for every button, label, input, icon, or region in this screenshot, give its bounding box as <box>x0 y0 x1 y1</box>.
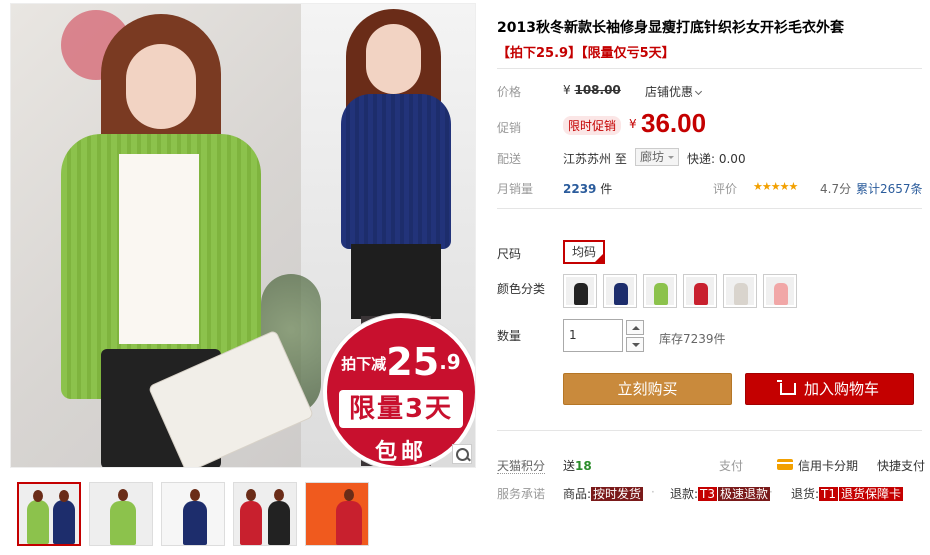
buy-now-button[interactable]: 立刻购买 <box>563 373 732 405</box>
rating-label: 评价 <box>713 182 738 196</box>
currency-sign: ¥ <box>629 117 637 131</box>
stock-count: 库存7239件 <box>659 332 726 346</box>
thumbnail-strip <box>17 482 369 546</box>
model-green-cardigan <box>41 14 315 467</box>
promo-badge-limited: 限量3天 <box>339 390 463 428</box>
color-option-pink[interactable] <box>763 274 797 308</box>
thumbnail-3[interactable] <box>161 482 225 546</box>
product-page: 拍下减25.9 限量3天 包邮 2013秋冬新款长袖修身显瘦打底针织衫女开衫毛衣… <box>0 0 930 555</box>
service-refund[interactable]: 退款: T3 极速退款 <box>670 485 771 502</box>
points-value: 送18 <box>563 459 592 473</box>
tmall-points-label[interactable]: 天猫积分 <box>497 457 546 474</box>
credit-installment-link[interactable]: 信用卡分期 <box>798 457 858 474</box>
service-promise-label: 服务承诺 <box>497 487 546 501</box>
main-product-image[interactable]: 拍下减25.9 限量3天 包邮 <box>10 3 476 468</box>
zoom-icon[interactable] <box>452 444 472 464</box>
payment-label: 支付 <box>719 459 744 473</box>
shipping-fee: 快递: 0.00 <box>687 152 746 166</box>
quick-pay-link[interactable]: 快捷支付 <box>877 457 925 474</box>
thumbnail-4[interactable] <box>233 482 297 546</box>
store-discount-dropdown[interactable]: 店铺优惠 <box>645 83 703 100</box>
thumbnail-2[interactable] <box>89 482 153 546</box>
current-price: 36.00 <box>641 108 707 138</box>
credit-card-icon <box>777 459 793 470</box>
shipping-label: 配送 <box>497 152 522 166</box>
color-option-black[interactable] <box>563 274 597 308</box>
promotion-label: 促销 <box>497 121 522 135</box>
color-label: 颜色分类 <box>497 282 546 296</box>
product-subtitle: 【拍下25.9】【限量仅亏5天】 <box>497 46 675 61</box>
divider <box>497 208 922 209</box>
caret-down-icon <box>668 156 674 162</box>
chevron-down-icon <box>694 87 703 96</box>
monthly-sales-label: 月销量 <box>497 182 534 196</box>
size-option-selected[interactable]: 均码 <box>563 240 605 264</box>
color-option-white[interactable] <box>723 274 757 308</box>
ship-to-select[interactable]: 廊坊 <box>635 148 679 166</box>
product-title: 2013秋冬新款长袖修身显瘦打底针织衫女开衫毛衣外套 <box>497 20 844 36</box>
quantity-increase-button[interactable] <box>626 320 644 335</box>
cart-icon <box>776 380 796 395</box>
promotion-tag: 限时促销 <box>563 116 622 135</box>
divider <box>497 68 922 69</box>
thumbnail-5[interactable] <box>305 482 369 546</box>
thumbnail-1[interactable] <box>17 482 81 546</box>
divider <box>497 430 922 431</box>
service-goods[interactable]: 商品: 按时发货 <box>563 485 644 502</box>
quantity-decrease-button[interactable] <box>626 337 644 352</box>
add-to-cart-button[interactable]: 加入购物车 <box>745 373 914 405</box>
color-option-green[interactable] <box>643 274 677 308</box>
color-options <box>563 274 797 308</box>
color-option-red[interactable] <box>683 274 717 308</box>
total-reviews-link[interactable]: 累计2657条 <box>856 180 923 197</box>
color-option-navy[interactable] <box>603 274 637 308</box>
star-rating-icon: ★★★★★ <box>753 180 798 193</box>
price-label: 价格 <box>497 85 522 99</box>
size-label: 尺码 <box>497 247 522 261</box>
monthly-sales: 2239 件 <box>563 182 613 196</box>
original-price: ¥ 108.00 <box>563 83 621 97</box>
promo-badge-discount: 拍下减25.9 <box>341 340 461 384</box>
quantity-input[interactable]: 1 <box>563 319 623 352</box>
quantity-label: 数量 <box>497 329 522 343</box>
service-return[interactable]: 退货: T1 退货保障卡 <box>791 485 904 502</box>
rating-score: 4.7分 <box>820 182 852 196</box>
ship-from: 江苏苏州 至 <box>563 152 627 166</box>
